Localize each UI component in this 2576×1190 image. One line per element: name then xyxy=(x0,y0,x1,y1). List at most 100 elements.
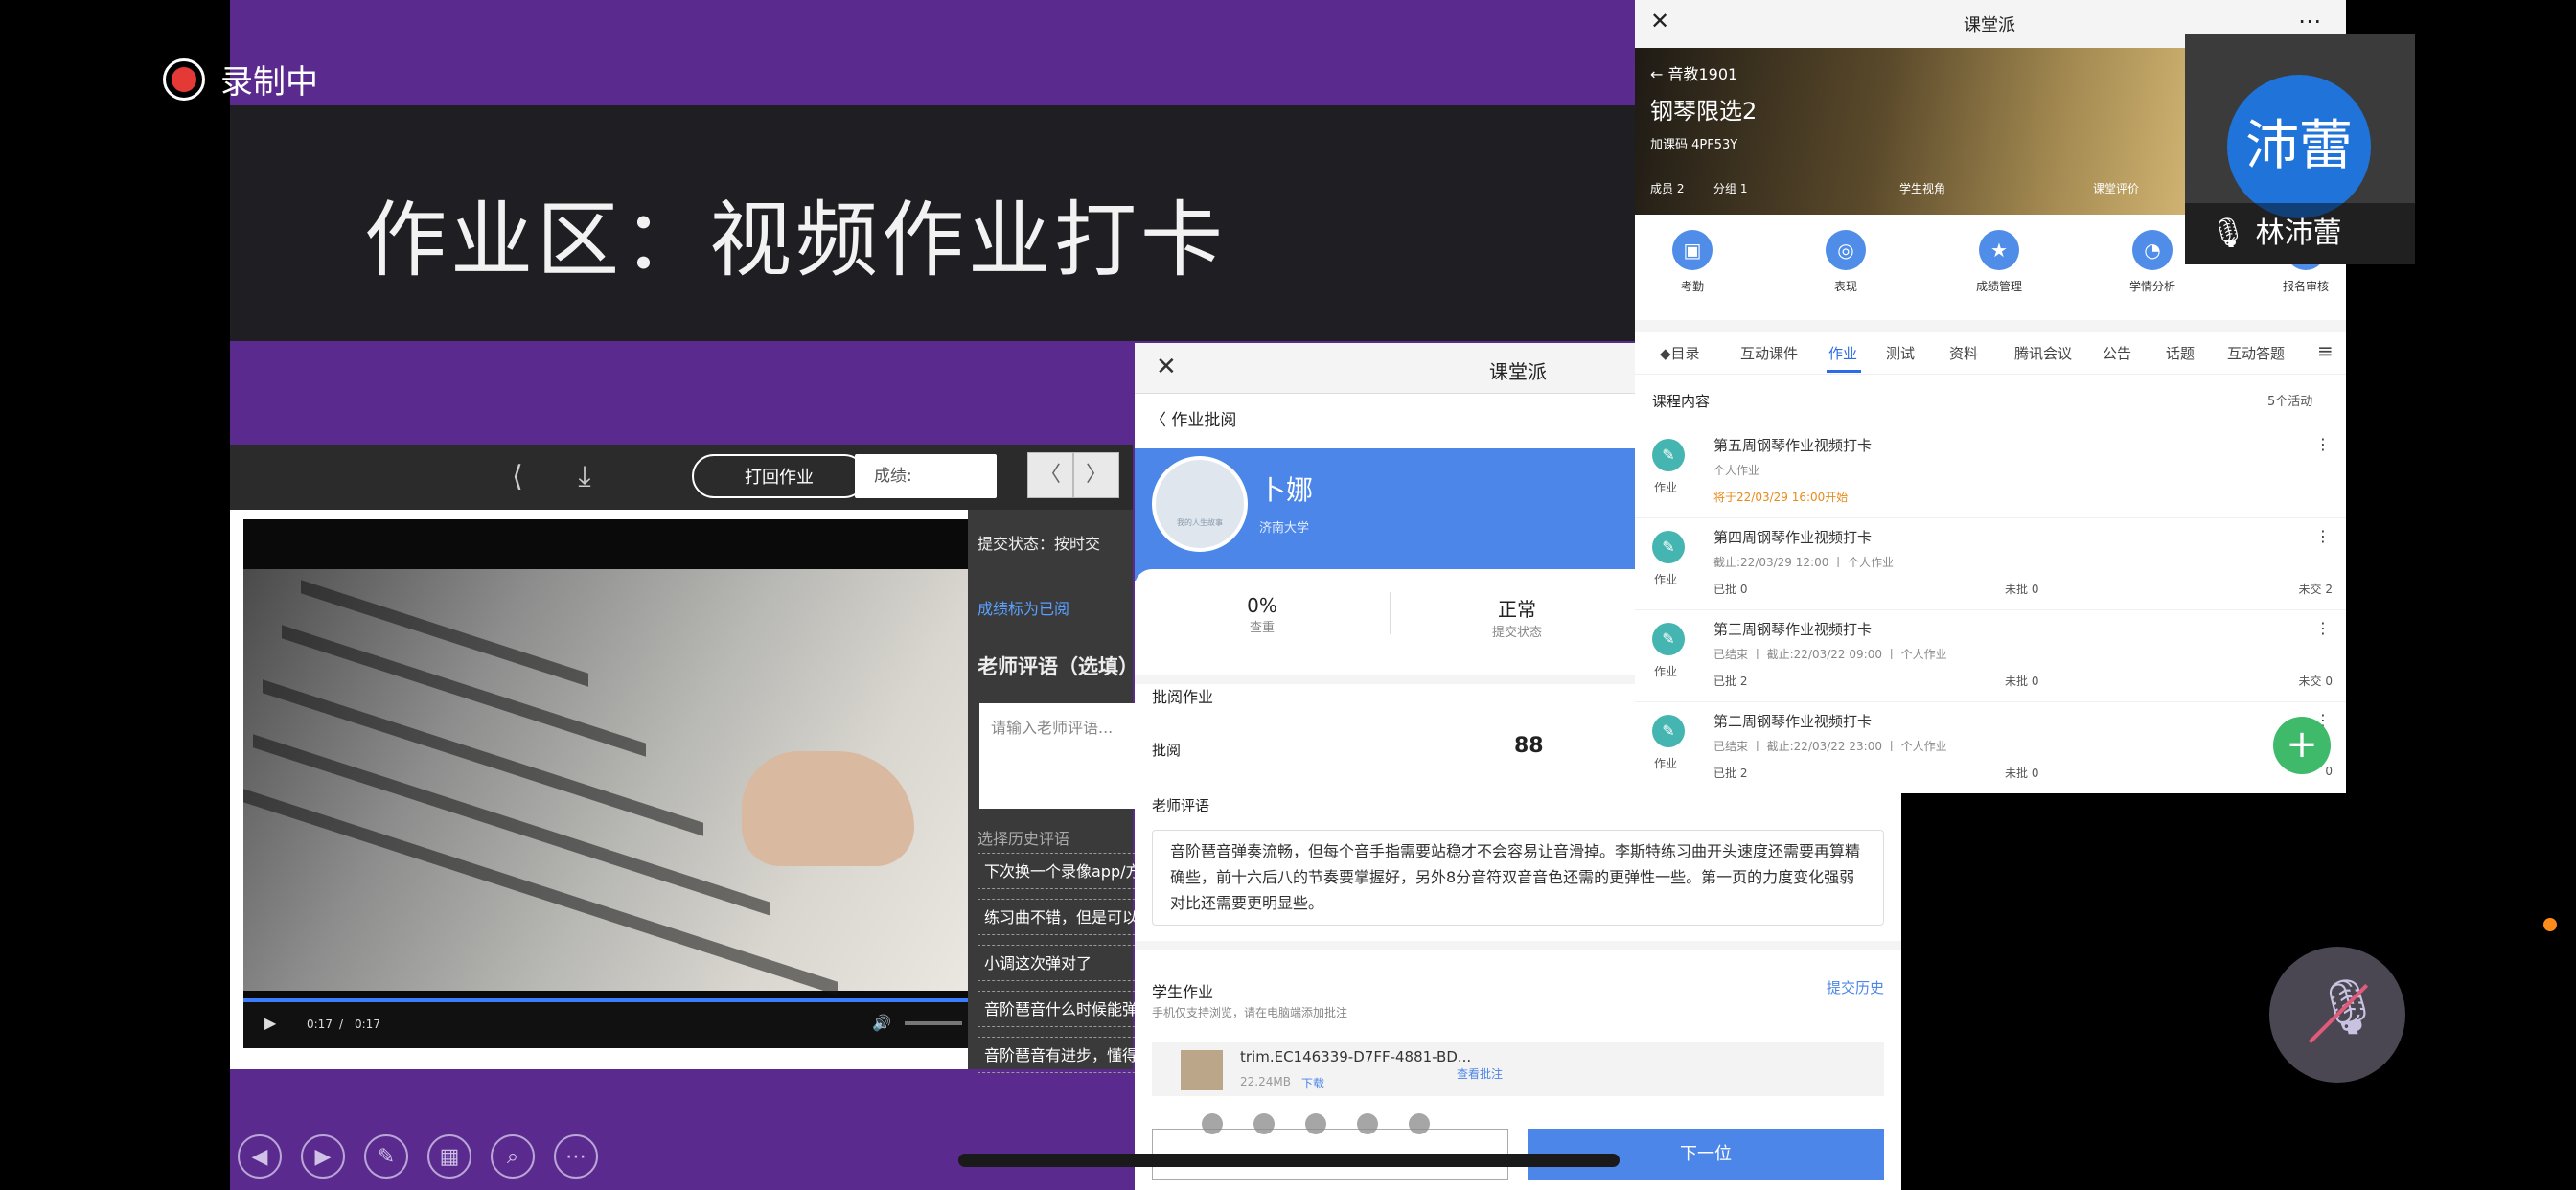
close-icon[interactable]: ✕ xyxy=(1156,353,1177,381)
members[interactable]: 成员 2 xyxy=(1650,180,1684,196)
prev-student-button[interactable]: 〈 xyxy=(1027,452,1073,498)
microphone-icon: 🎙 xyxy=(2210,217,2247,250)
tab-materials[interactable]: 资料 xyxy=(1949,343,1978,363)
student-view[interactable]: 学生视角 xyxy=(1899,180,1945,196)
feature-grades[interactable]: ★ 成绩管理 xyxy=(1942,230,2057,294)
groups[interactable]: 分组 1 xyxy=(1714,180,1747,196)
history-comment[interactable]: 下次换一个录像app/方 xyxy=(978,853,1150,889)
page-dot xyxy=(1254,1113,1275,1134)
course-eval[interactable]: 课堂评价 xyxy=(2093,180,2139,196)
download-link[interactable]: 下载 xyxy=(1301,1075,1324,1091)
back-nav[interactable]: 〈 作业批阅 xyxy=(1150,406,1236,430)
download-icon[interactable]: ⤓ xyxy=(565,458,604,496)
homework-title: 第五周钢琴作业视频打卡 xyxy=(1714,437,1873,454)
history-comment[interactable]: 音阶琶音有进步，懂得 xyxy=(978,1037,1150,1073)
homework-sub: 已结束 丨 截止:22/03/22 23:00 丨 个人作业 xyxy=(1714,740,1947,753)
tab-tencent-meeting[interactable]: 腾讯会议 xyxy=(2014,343,2072,363)
return-homework-button[interactable]: 打回作业 xyxy=(692,454,866,498)
score-value[interactable]: 88 xyxy=(1514,734,1544,758)
submit-status-value: 正常 xyxy=(1498,598,1536,621)
participant-tile: 沛蕾 🎙 林沛蕾 xyxy=(2185,34,2415,264)
menu-icon[interactable]: ≡ xyxy=(2317,339,2334,362)
homework-icon: ✎ xyxy=(1652,531,1685,563)
student-avatar: 我的人生故事 xyxy=(1152,456,1248,552)
volume-icon[interactable]: 🔊 xyxy=(872,1014,891,1032)
star-icon: ★ xyxy=(1979,230,2019,270)
homework-item[interactable]: ✎ 作业 第三周钢琴作业视频打卡 已结束 丨 截止:22/03/22 09:00… xyxy=(1635,609,2346,702)
close-icon[interactable]: ✕ xyxy=(1650,8,1669,34)
homework-item[interactable]: ✎ 作业 第五周钢琴作业视频打卡 个人作业 将于22/03/29 16:00开始… xyxy=(1635,425,2346,518)
layers-icon: ◆ xyxy=(1660,345,1671,362)
kebab-icon[interactable]: ⋮ xyxy=(2315,435,2331,453)
video-player[interactable]: ▶ 0:17 / 0:17 🔊 xyxy=(243,519,987,1048)
time-current: 0:17 xyxy=(307,1018,333,1031)
feature-performance[interactable]: ◎ 表现 xyxy=(1788,230,1903,294)
next-student-button[interactable]: 〉 xyxy=(1073,452,1119,498)
medal-icon: ◎ xyxy=(1826,230,1866,270)
slide-title: 作业区：视频作业打卡 xyxy=(364,193,1227,288)
grading-side-panel: 提交状态：按时交 成绩标为已阅 老师评语（选填） 请输入老师评语... 选择历史… xyxy=(968,510,1150,1073)
page-dot xyxy=(1305,1113,1326,1134)
tab-topics[interactable]: 话题 xyxy=(2166,343,2195,363)
floating-dot[interactable] xyxy=(2543,918,2557,931)
class-name: 音教1901 xyxy=(1668,65,1738,83)
activity-count: 5个活动 xyxy=(2267,395,2313,409)
video-thumbnail xyxy=(1181,1050,1223,1090)
score-input[interactable]: 成绩: xyxy=(855,454,997,498)
history-comment[interactable]: 音阶琶音什么时候能弹 xyxy=(978,991,1150,1027)
app-title: 课堂派 xyxy=(1964,15,2015,35)
more-icon[interactable]: ⋯ xyxy=(554,1134,598,1179)
pie-chart-icon: ◔ xyxy=(2132,230,2173,270)
page-dot xyxy=(1202,1113,1223,1134)
tab-quiz[interactable]: 互动答题 xyxy=(2227,343,2285,363)
play-icon[interactable]: ▶ xyxy=(264,1014,276,1032)
tab-catalog[interactable]: ◆目录 xyxy=(1660,343,1700,363)
kebab-icon[interactable]: ⋮ xyxy=(2315,527,2331,545)
calendar-icon: ▣ xyxy=(1672,230,1713,270)
submit-history-link[interactable]: 提交历史 xyxy=(1827,977,1884,997)
teacher-comment-text[interactable]: 音阶琶音弹奏流畅，但每个音手指需要站稳才不会容易让音滑掉。李斯特练习曲开头速度还… xyxy=(1152,830,1884,926)
back-arrow-icon: ← xyxy=(1650,65,1668,83)
file-name: trim.EC146339-D7FF-4881-BD... xyxy=(1240,1048,1472,1065)
pen-icon[interactable]: ✎ xyxy=(364,1134,408,1179)
share-icon[interactable]: ⟨ xyxy=(498,458,537,496)
student-school: 济南大学 xyxy=(1259,521,1310,536)
view-annotation-link[interactable]: 查看批注 xyxy=(1457,1065,1503,1082)
recording-label: 录制中 xyxy=(220,63,318,102)
pager: 〈 〉 xyxy=(1027,452,1119,498)
more-icon[interactable]: ⋯ xyxy=(2298,8,2321,34)
home-indicator[interactable] xyxy=(958,1154,1620,1167)
prev-slide-icon[interactable]: ◀ xyxy=(238,1134,282,1179)
avatar-caption: 我的人生故事 xyxy=(1177,518,1223,527)
mark-read-link[interactable]: 成绩标为已阅 xyxy=(978,596,1070,619)
next-slide-icon[interactable]: ▶ xyxy=(301,1134,345,1179)
history-comment[interactable]: 练习曲不错，但是可以 xyxy=(978,899,1150,935)
volume-slider[interactable] xyxy=(905,1021,962,1025)
attachment-row[interactable]: trim.EC146339-D7FF-4881-BD... 22.24MB 下载… xyxy=(1152,1042,1884,1096)
video-progress[interactable] xyxy=(243,998,987,1002)
record-icon xyxy=(163,57,205,101)
tab-test[interactable]: 测试 xyxy=(1886,343,1915,363)
grading-toolbar: ⟨ ⤓ 打回作业 成绩: 〈 〉 xyxy=(230,445,1133,510)
student-work-title: 学生作业 xyxy=(1152,983,1214,1001)
mute-button[interactable]: 🎙 xyxy=(2269,947,2405,1083)
tab-courseware[interactable]: 互动课件 xyxy=(1740,343,1798,363)
class-back-link[interactable]: ← 音教1901 xyxy=(1650,61,1737,84)
teacher-comment-title: 老师评语（选填） xyxy=(978,655,1138,678)
add-fab-button[interactable]: + xyxy=(2273,717,2331,774)
homework-status: 将于22/03/29 16:00开始 xyxy=(1714,491,1849,504)
homework-item[interactable]: ✎ 作业 第四周钢琴作业视频打卡 截止:22/03/29 12:00 丨 个人作… xyxy=(1635,517,2346,610)
grading-panel: ⟨ ⤓ 打回作业 成绩: 〈 〉 ▶ 0:17 / 0:17 🔊 提交状态：按时… xyxy=(230,445,1150,1073)
homework-icon: ✎ xyxy=(1652,439,1685,471)
history-comment[interactable]: 小调这次弹对了 xyxy=(978,945,1150,981)
kebab-icon[interactable]: ⋮ xyxy=(2315,619,2331,637)
feature-attendance[interactable]: ▣ 考勤 xyxy=(1635,230,1750,294)
tab-homework[interactable]: 作业 xyxy=(1828,343,1857,363)
zoom-icon[interactable]: ⌕ xyxy=(491,1134,535,1179)
homework-item[interactable]: ✎ 作业 第二周钢琴作业视频打卡 已结束 丨 截止:22/03/22 23:00… xyxy=(1635,701,2346,793)
teacher-comment-input[interactable]: 请输入老师评语... xyxy=(979,703,1142,809)
slides-grid-icon[interactable]: ▦ xyxy=(427,1134,472,1179)
duplicate-label: 查重 xyxy=(1249,621,1275,635)
tab-announcement[interactable]: 公告 xyxy=(2103,343,2131,363)
course-tabs: ◆目录 互动课件 作业 测试 资料 腾讯会议 公告 话题 互动答题 ≡ xyxy=(1635,332,2346,375)
